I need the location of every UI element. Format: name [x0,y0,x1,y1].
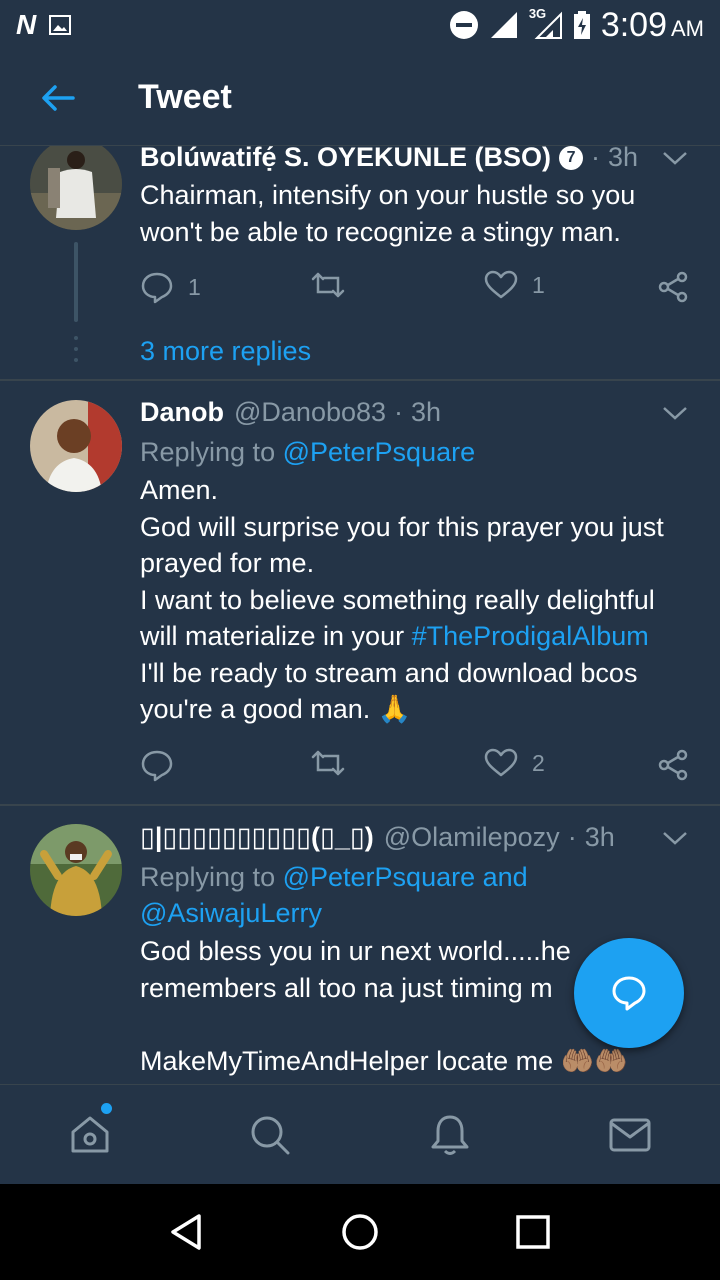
tweet-text: Chairman, intensify on your hustle so yo… [140,180,636,247]
handle[interactable]: @Olamilepozy [384,822,560,853]
back-button[interactable] [28,68,88,128]
display-name[interactable]: ▯|▯▯▯▯▯▯▯▯▯▯(▯_▯) [140,822,374,853]
search-icon [251,1116,290,1155]
like-button[interactable]: 2 [484,748,545,778]
nav-home[interactable] [0,1085,180,1185]
reply-button[interactable] [140,748,174,782]
system-back-button[interactable] [157,1202,217,1262]
tweet-item[interactable]: Bolúwatifẹ́ S. OYEKUNLE (BSO) 7 · 3h Cha… [0,146,720,380]
carrier-logo-icon: N [16,9,36,40]
share-button[interactable] [656,748,690,782]
system-recents-button[interactable] [503,1202,563,1262]
mobile-data-icon: 3G [529,6,563,40]
replying-to: Replying to @PeterPsquare and @AsiwajuLe… [140,862,528,928]
thread-line [74,242,78,322]
avatar[interactable] [30,824,122,916]
handle[interactable]: @Danobo83 [234,397,386,428]
avatar[interactable] [30,146,122,230]
timestamp: 3h [608,146,639,172]
do-not-disturb-icon [449,11,478,39]
retweet-button[interactable] [310,270,346,300]
reply-button[interactable]: 1 [140,270,201,304]
mention-link[interactable]: @PeterPsquare [283,862,476,892]
system-home-button[interactable] [330,1202,390,1262]
compose-reply-button[interactable] [574,938,684,1048]
like-count: 2 [532,749,545,776]
home-circle-icon [342,1214,378,1250]
share-icon [658,749,688,781]
retweet-icon [311,272,345,298]
signal-icon [490,12,517,38]
back-arrow-icon [42,84,75,111]
chevron-down-icon[interactable] [660,826,690,850]
timestamp: 3h [411,397,442,427]
display-name[interactable]: Danob [140,397,224,428]
tweet-item[interactable]: Danob @Danobo83 · 3h Replying to @PeterP… [0,381,720,804]
new-content-indicator [101,1103,112,1114]
tweet-actions: 1 1 [140,270,700,310]
battery-charging-icon [573,11,590,39]
tweet-actions: 2 [140,748,700,788]
app-header: Tweet [0,50,720,146]
like-button[interactable]: 1 [484,270,545,300]
clock: 3:09 AM [600,5,704,44]
mention-link[interactable]: @PeterPsquare [283,437,476,467]
back-triangle-icon [170,1214,201,1250]
tweet-meta: ▯|▯▯▯▯▯▯▯▯▯▯(▯_▯) @Olamilepozy · 3h [140,822,615,853]
heart-icon [484,270,518,299]
verified-count-badge: 7 [559,146,584,170]
reply-count: 1 [188,273,201,300]
home-icon [71,1116,109,1153]
thread-dots [74,336,78,369]
tweet-text: Amen. God will surprise you for this pra… [140,475,664,724]
tweet-meta: Bolúwatifẹ́ S. OYEKUNLE (BSO) 7 · 3h [140,146,690,173]
mention-link[interactable]: @AsiwajuLerry [140,898,322,928]
tweet-meta: Danob @Danobo83 · 3h [140,397,442,428]
chevron-down-icon[interactable] [660,146,690,170]
hashtag-link[interactable]: #TheProdigalAlbum [412,621,649,651]
nav-notifications[interactable] [360,1085,540,1185]
notifications-icon [431,1115,469,1155]
messages-icon [609,1118,651,1152]
replying-to: Replying to @PeterPsquare [140,437,476,467]
page-title: Tweet [138,78,232,116]
bottom-navigation [0,1084,720,1184]
timestamp: 3h [584,822,615,852]
gallery-notification-icon [49,15,72,35]
more-replies-link[interactable]: 3 more replies [140,336,311,367]
share-icon [658,271,688,303]
recents-square-icon [516,1215,551,1249]
nav-messages[interactable] [540,1085,720,1185]
chevron-down-icon[interactable] [660,401,690,425]
system-navigation-bar [0,1184,720,1280]
reply-icon [141,750,173,782]
heart-icon [484,748,518,777]
status-bar: N 3G 3:09 AM [0,0,720,50]
share-button[interactable] [656,270,690,304]
reply-icon [141,272,173,304]
reply-bubble-icon [612,976,646,1011]
retweet-button[interactable] [310,748,346,778]
like-count: 1 [532,271,545,298]
retweet-icon [311,750,345,776]
nav-search[interactable] [180,1085,360,1185]
display-name[interactable]: Bolúwatifẹ́ S. OYEKUNLE (BSO) [140,146,551,173]
avatar[interactable] [30,400,122,492]
